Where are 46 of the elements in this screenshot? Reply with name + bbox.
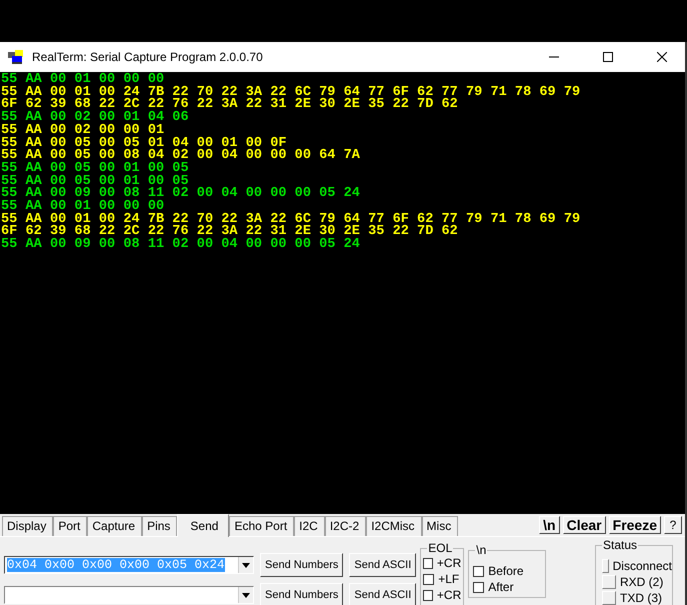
status-label: Disconnect bbox=[612, 559, 672, 573]
app-icon bbox=[8, 50, 24, 64]
toolbar-button[interactable]: Clear bbox=[562, 516, 606, 534]
terminal-line: 55 AA 00 05 00 08 04 02 00 04 00 00 00 64 7A bbox=[0, 150, 360, 163]
terminal-line: 55 AA 00 01 00 00 00 bbox=[0, 74, 164, 87]
terminal-line: 55 AA 00 02 00 01 04 06 bbox=[0, 112, 189, 125]
tab[interactable]: Capture bbox=[87, 516, 142, 536]
tab[interactable]: Port bbox=[53, 516, 88, 536]
tab[interactable]: Misc bbox=[422, 516, 458, 536]
toolbar-button[interactable]: ? bbox=[664, 516, 682, 534]
tab[interactable]: I2C bbox=[294, 516, 325, 536]
checkbox[interactable] bbox=[423, 574, 434, 584]
tab[interactable]: I2CMisc bbox=[366, 516, 422, 536]
status-label: RXD (2) bbox=[620, 575, 664, 589]
window-title: RealTerm: Serial Capture Program 2.0.0.70 bbox=[32, 50, 264, 64]
dropdown-icon[interactable] bbox=[238, 557, 253, 573]
tab[interactable]: I2C-2 bbox=[324, 516, 366, 536]
checkbox[interactable] bbox=[473, 566, 484, 576]
terminal-line: 55 AA 00 05 00 01 00 05 bbox=[0, 162, 189, 176]
checkbox[interactable] bbox=[473, 582, 484, 592]
checkbox-label: +CR bbox=[436, 556, 462, 570]
toolbar-button[interactable]: Freeze bbox=[608, 516, 661, 534]
send-numbers-button[interactable]: Send Numbers bbox=[260, 583, 344, 605]
terminal-line: 55 AA 00 02 00 00 01 bbox=[0, 124, 164, 138]
checkbox-label: After bbox=[488, 580, 514, 594]
group-title: EOL bbox=[427, 541, 454, 555]
dropdown-icon[interactable] bbox=[238, 587, 253, 603]
tab[interactable]: Pins bbox=[142, 516, 178, 536]
send-ascii-button[interactable]: Send ASCII bbox=[349, 553, 416, 577]
checkbox-label: +LF bbox=[438, 572, 460, 586]
terminal-line: 55 AA 00 09 00 08 11 02 00 04 00 00 00 05 24 bbox=[0, 239, 360, 252]
send-combobox[interactable] bbox=[4, 586, 254, 604]
group-title: \n bbox=[475, 543, 488, 557]
toolbar-button[interactable]: \n bbox=[539, 516, 560, 534]
terminal-line: 55 AA 00 01 00 00 00 bbox=[0, 201, 164, 214]
tab[interactable]: Send bbox=[177, 514, 230, 537]
send-ascii-button[interactable]: Send ASCII bbox=[349, 583, 416, 605]
status-label: TXD (3) bbox=[620, 591, 662, 605]
checkbox-label: +CR bbox=[436, 588, 462, 602]
checkbox[interactable] bbox=[423, 590, 433, 600]
group-title: Status bbox=[602, 538, 638, 552]
tab[interactable]: Echo Port bbox=[229, 516, 294, 536]
checkbox[interactable] bbox=[423, 558, 433, 568]
send-numbers-button[interactable]: Send Numbers bbox=[260, 553, 344, 577]
tab[interactable]: Display bbox=[2, 516, 54, 536]
checkbox-label: Before bbox=[488, 564, 524, 578]
